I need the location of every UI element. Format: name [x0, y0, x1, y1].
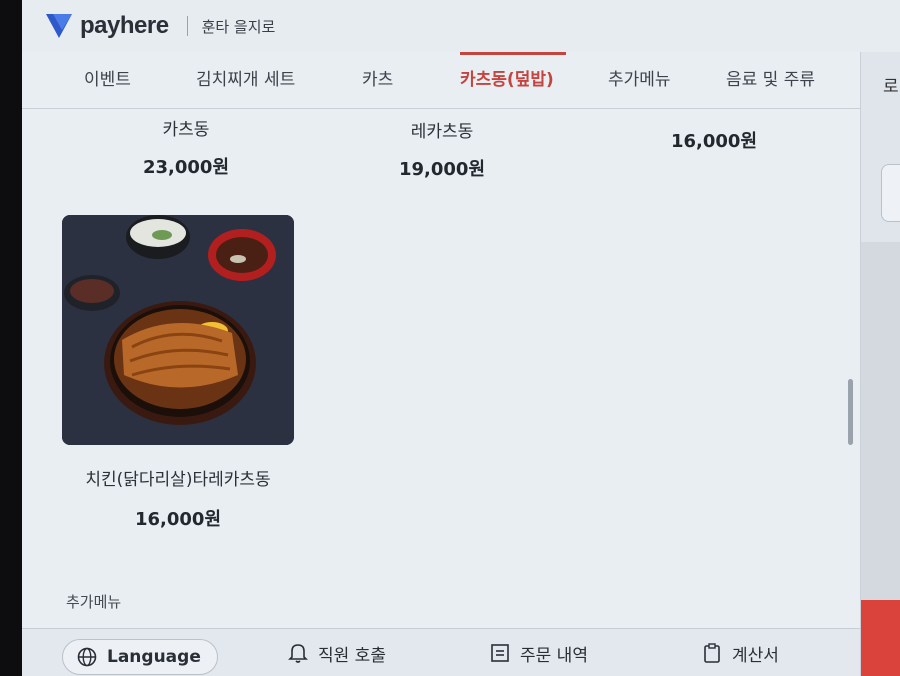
bell-icon — [288, 644, 308, 663]
language-label: Language — [107, 647, 201, 667]
payhere-logo-icon — [46, 14, 72, 38]
cart-panel-box[interactable] — [881, 164, 900, 222]
call-staff-label: 직원 호출 — [318, 645, 386, 666]
footer-bar: Language 직원 호출 주문 내역 계산서 — [22, 628, 860, 676]
menu-item-price[interactable]: 16,000원 — [72, 505, 284, 531]
clipboard-icon — [704, 643, 720, 663]
active-tab-indicator — [460, 52, 566, 55]
cart-panel-label: 로 — [883, 77, 899, 97]
tab-kimchi-stew-set[interactable]: 김치찌개 세트 — [196, 52, 300, 108]
order-button[interactable] — [861, 600, 900, 676]
language-button[interactable]: Language — [62, 639, 218, 675]
menu-item-price[interactable]: 23,000원 — [82, 153, 290, 179]
katsudon-image-icon — [62, 215, 294, 445]
logo-text: payhere — [80, 12, 169, 39]
katsudon-photo[interactable] — [62, 215, 294, 445]
bill-label: 계산서 — [732, 645, 779, 666]
bill-button[interactable]: 계산서 — [702, 629, 779, 676]
tab-drinks[interactable]: 음료 및 주류 — [726, 52, 815, 108]
order-history-label: 주문 내역 — [520, 645, 588, 666]
category-tabs: 이벤트 김치찌개 세트 카츠 카츠동(덮밥) 추가메뉴 음료 및 주류 — [22, 52, 860, 109]
cart-panel-body — [861, 242, 900, 600]
menu-grid: 카츠동 23,000원 레카츠동 19,000원 16,000원 치킨(닭다리살… — [22, 109, 860, 629]
menu-item-name[interactable]: 카츠동 — [82, 115, 290, 140]
order-history-button[interactable]: 주문 내역 — [490, 629, 588, 676]
tab-katsudon[interactable]: 카츠동(덮밥) — [460, 52, 560, 108]
menu-item-price[interactable]: 19,000원 — [338, 155, 546, 181]
globe-icon — [77, 647, 97, 667]
kiosk-screen: payhere 훈타 을지로 이벤트 김치찌개 세트 카츠 카츠동(덮밥) 추가… — [22, 0, 900, 676]
store-name: 훈타 을지로 — [201, 17, 276, 36]
call-staff-button[interactable]: 직원 호출 — [288, 629, 386, 676]
tab-extra-menu[interactable]: 추가메뉴 — [608, 52, 671, 108]
tab-katsu[interactable]: 카츠 — [362, 52, 393, 108]
menu-scrollbar[interactable] — [848, 379, 853, 445]
brand-logo: payhere — [44, 12, 169, 40]
header-bar: payhere 훈타 을지로 — [22, 0, 900, 53]
tab-event[interactable]: 이벤트 — [84, 52, 131, 108]
menu-item-price[interactable]: 16,000원 — [610, 127, 818, 153]
menu-item-name[interactable]: 치킨(닭다리살)타레카츠동 — [52, 465, 304, 490]
section-heading-extra-menu: 추가메뉴 — [66, 593, 122, 611]
list-icon — [491, 644, 509, 662]
cart-panel: 로 — [860, 52, 900, 676]
header-divider — [186, 16, 188, 36]
menu-item-name[interactable]: 레카츠동 — [338, 117, 546, 142]
